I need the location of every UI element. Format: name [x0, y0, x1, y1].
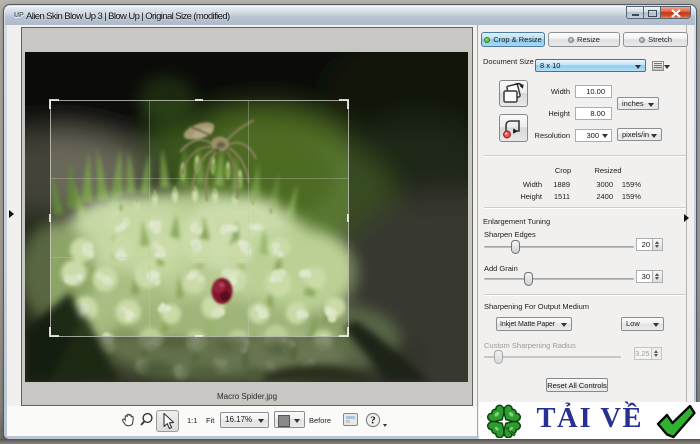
svg-text:?: ?	[370, 415, 376, 427]
